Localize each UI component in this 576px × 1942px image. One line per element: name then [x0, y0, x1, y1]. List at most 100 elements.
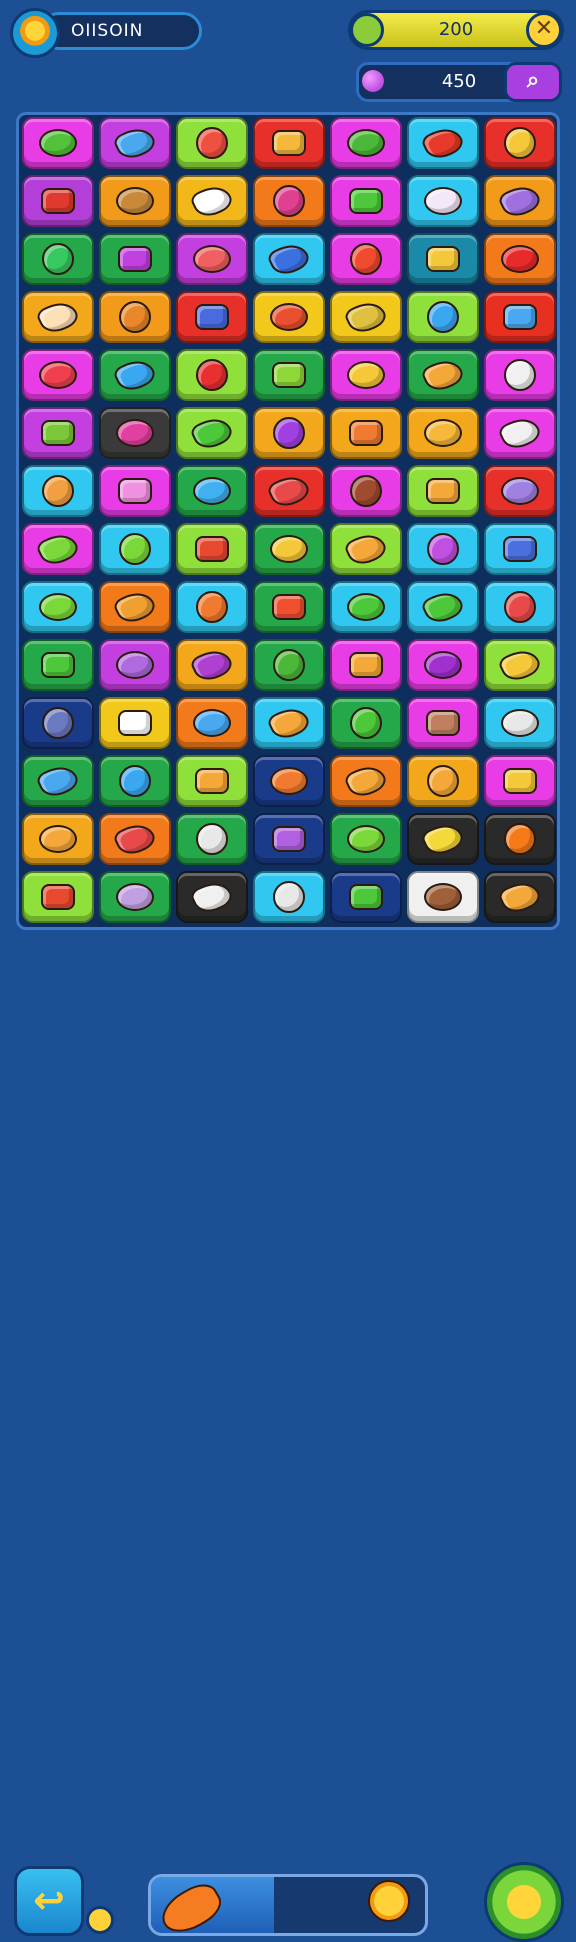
game-tile[interactable] — [253, 639, 325, 691]
game-tile[interactable] — [176, 813, 248, 865]
game-tile[interactable] — [407, 523, 479, 575]
game-tile[interactable] — [484, 117, 556, 169]
game-tile[interactable] — [253, 523, 325, 575]
game-tile[interactable] — [253, 465, 325, 517]
game-tile[interactable] — [407, 117, 479, 169]
game-tile[interactable] — [99, 581, 171, 633]
game-tile[interactable] — [176, 117, 248, 169]
game-tile[interactable] — [99, 117, 171, 169]
game-tile[interactable] — [330, 813, 402, 865]
game-tile[interactable] — [176, 581, 248, 633]
game-tile[interactable] — [484, 871, 556, 923]
game-tile[interactable] — [22, 117, 94, 169]
game-tile[interactable] — [176, 523, 248, 575]
game-tile[interactable] — [99, 465, 171, 517]
game-tile[interactable] — [176, 175, 248, 227]
game-tile[interactable] — [253, 697, 325, 749]
game-tile[interactable] — [22, 291, 94, 343]
game-tile[interactable] — [330, 465, 402, 517]
game-tile[interactable] — [484, 639, 556, 691]
game-tile[interactable] — [176, 697, 248, 749]
game-tile[interactable] — [484, 291, 556, 343]
game-tile[interactable] — [22, 349, 94, 401]
game-tile[interactable] — [253, 871, 325, 923]
game-tile[interactable] — [99, 233, 171, 285]
game-tile[interactable] — [176, 871, 248, 923]
game-tile[interactable] — [22, 407, 94, 459]
game-tile[interactable] — [253, 755, 325, 807]
gear-icon[interactable] — [10, 8, 60, 58]
game-tile[interactable] — [330, 639, 402, 691]
game-tile[interactable] — [407, 465, 479, 517]
game-tile[interactable] — [407, 697, 479, 749]
game-tile[interactable] — [253, 175, 325, 227]
game-tile[interactable] — [99, 639, 171, 691]
game-tile[interactable] — [484, 407, 556, 459]
game-tile[interactable] — [484, 523, 556, 575]
game-tile[interactable] — [253, 117, 325, 169]
game-tile[interactable] — [253, 813, 325, 865]
game-tile[interactable] — [407, 233, 479, 285]
game-tile[interactable] — [330, 523, 402, 575]
game-tile[interactable] — [330, 117, 402, 169]
game-tile[interactable] — [99, 697, 171, 749]
game-tile[interactable] — [176, 755, 248, 807]
game-tile[interactable] — [484, 697, 556, 749]
game-tile[interactable] — [484, 581, 556, 633]
game-tile[interactable] — [253, 349, 325, 401]
game-tile[interactable] — [99, 407, 171, 459]
game-tile[interactable] — [253, 581, 325, 633]
player-name-panel[interactable]: OIISOIN — [40, 12, 202, 50]
game-tile[interactable] — [22, 465, 94, 517]
game-tile[interactable] — [330, 581, 402, 633]
game-tile[interactable] — [484, 175, 556, 227]
game-tile[interactable] — [407, 291, 479, 343]
game-tile[interactable] — [22, 523, 94, 575]
game-tile[interactable] — [99, 871, 171, 923]
game-tile[interactable] — [22, 813, 94, 865]
game-tile[interactable] — [22, 581, 94, 633]
game-tile[interactable] — [330, 871, 402, 923]
game-tile[interactable] — [484, 465, 556, 517]
game-tile[interactable] — [253, 291, 325, 343]
game-tile[interactable] — [407, 813, 479, 865]
game-tile[interactable] — [330, 407, 402, 459]
game-tile[interactable] — [22, 233, 94, 285]
game-tile[interactable] — [330, 175, 402, 227]
game-tile[interactable] — [253, 233, 325, 285]
game-tile[interactable] — [176, 465, 248, 517]
game-tile[interactable] — [99, 755, 171, 807]
game-tile[interactable] — [176, 233, 248, 285]
game-tile[interactable] — [176, 639, 248, 691]
game-tile[interactable] — [407, 407, 479, 459]
game-tile[interactable] — [330, 233, 402, 285]
close-icon[interactable]: ✕ — [526, 12, 562, 48]
game-tile[interactable] — [484, 233, 556, 285]
game-tile[interactable] — [330, 697, 402, 749]
game-tile[interactable] — [99, 349, 171, 401]
game-tile[interactable] — [330, 291, 402, 343]
game-tile[interactable] — [22, 871, 94, 923]
game-tile[interactable] — [99, 813, 171, 865]
game-tile[interactable] — [407, 349, 479, 401]
game-tile[interactable] — [407, 175, 479, 227]
game-tile[interactable] — [176, 291, 248, 343]
game-tile[interactable] — [253, 407, 325, 459]
magnifier-icon[interactable] — [484, 1862, 564, 1942]
game-tile[interactable] — [330, 755, 402, 807]
game-tile[interactable] — [407, 639, 479, 691]
game-tile[interactable] — [22, 755, 94, 807]
game-tile[interactable] — [99, 523, 171, 575]
game-tile[interactable] — [176, 407, 248, 459]
game-tile[interactable] — [407, 871, 479, 923]
game-tile[interactable] — [330, 349, 402, 401]
search-icon[interactable]: ⌕ — [504, 62, 562, 102]
game-tile[interactable] — [99, 291, 171, 343]
game-tile[interactable] — [407, 581, 479, 633]
game-tile[interactable] — [22, 697, 94, 749]
game-tile[interactable] — [407, 755, 479, 807]
game-tile[interactable] — [484, 755, 556, 807]
game-tile[interactable] — [484, 813, 556, 865]
game-tile[interactable] — [484, 349, 556, 401]
game-tile[interactable] — [176, 349, 248, 401]
